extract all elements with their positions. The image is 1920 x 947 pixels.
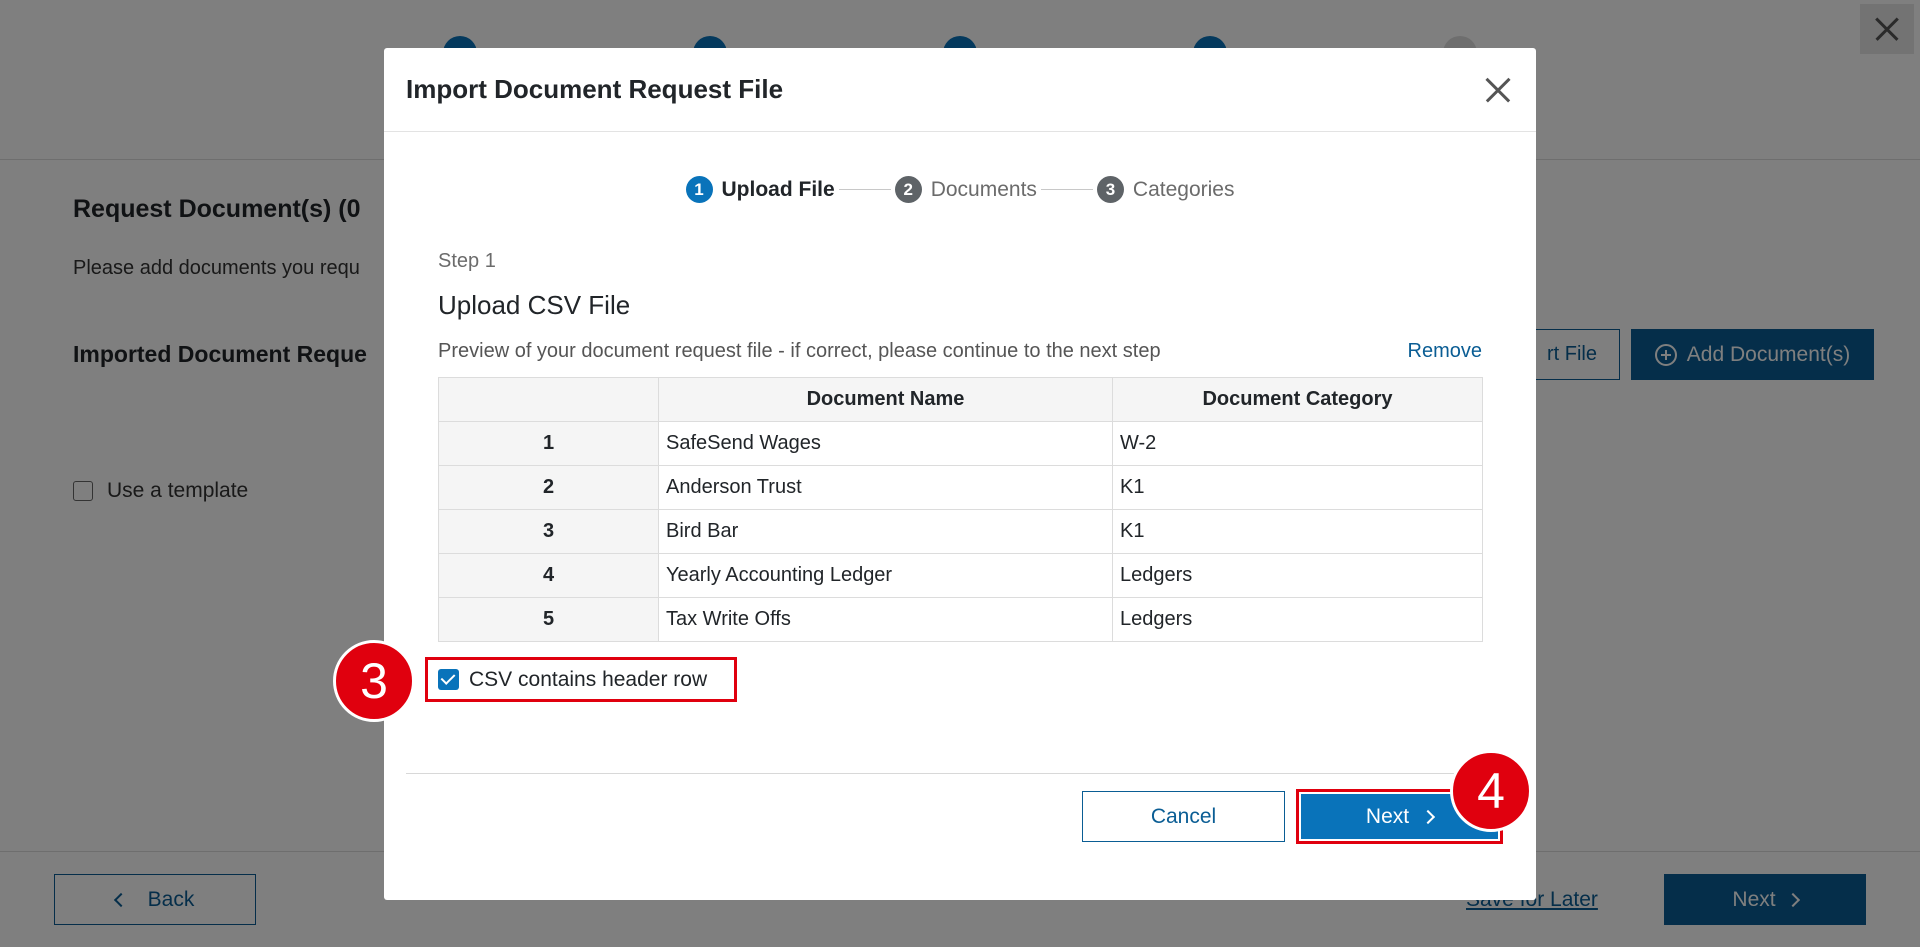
document-name-cell: SafeSend Wages xyxy=(658,421,1113,466)
column-header: Document Name xyxy=(658,377,1113,422)
table-row: 1 SafeSend Wages W-2 xyxy=(438,421,1483,466)
table-header-row: Document Name Document Category xyxy=(438,377,1483,422)
annotation-badge-4: 4 xyxy=(1450,750,1532,832)
document-name-cell: Anderson Trust xyxy=(658,465,1113,510)
document-category-cell: K1 xyxy=(1112,509,1483,554)
modal-title: Import Document Request File xyxy=(406,74,784,104)
remove-link[interactable]: Remove xyxy=(1408,340,1482,363)
modal-stepper: 1 Upload File 2 Documents 3 Categories xyxy=(384,176,1536,203)
step-indicator: Step 1 xyxy=(438,250,496,272)
step-connector xyxy=(838,189,891,190)
preview-description: Preview of your document request file - … xyxy=(438,340,1161,362)
column-header xyxy=(438,377,659,422)
step-label: Categories xyxy=(1132,177,1235,201)
step-number: 2 xyxy=(894,176,922,203)
modal-header: Import Document Request File xyxy=(384,48,1536,132)
document-category-cell: W-2 xyxy=(1112,421,1483,466)
document-name-cell: Bird Bar xyxy=(658,509,1113,554)
step-number: 1 xyxy=(685,176,713,203)
preview-table: Document Name Document Category 1 SafeSe… xyxy=(438,377,1483,642)
row-index: 2 xyxy=(438,465,659,510)
document-category-cell: Ledgers xyxy=(1112,597,1483,642)
row-index: 4 xyxy=(438,553,659,598)
next-label: Next xyxy=(1365,804,1410,828)
upload-title: Upload CSV File xyxy=(438,290,631,320)
step-categories: 3 Categories xyxy=(1096,176,1235,203)
annotation-badge-3: 3 xyxy=(333,640,415,722)
checkbox-checked-icon xyxy=(438,669,459,690)
chevron-right-icon xyxy=(1421,809,1436,824)
csv-header-row-checkbox[interactable]: CSV contains header row xyxy=(425,657,737,702)
document-category-cell: Ledgers xyxy=(1112,553,1483,598)
modal-divider xyxy=(406,773,1514,774)
table-row: 4 Yearly Accounting Ledger Ledgers xyxy=(438,553,1483,598)
close-icon[interactable] xyxy=(1482,74,1514,106)
step-documents: 2 Documents xyxy=(894,176,1037,203)
table-row: 3 Bird Bar K1 xyxy=(438,509,1483,554)
document-name-cell: Yearly Accounting Ledger xyxy=(658,553,1113,598)
row-index: 5 xyxy=(438,597,659,642)
row-index: 1 xyxy=(438,421,659,466)
column-header: Document Category xyxy=(1112,377,1483,422)
step-label: Documents xyxy=(930,177,1037,201)
document-category-cell: K1 xyxy=(1112,465,1483,510)
step-label: Upload File xyxy=(721,177,835,201)
import-modal: Import Document Request File 1 Upload Fi… xyxy=(384,48,1536,900)
csv-header-row-label: CSV contains header row xyxy=(469,667,708,691)
step-number: 3 xyxy=(1096,176,1124,203)
step-upload-file: 1 Upload File xyxy=(685,176,835,203)
table-row: 2 Anderson Trust K1 xyxy=(438,465,1483,510)
step-connector xyxy=(1040,189,1093,190)
row-index: 3 xyxy=(438,509,659,554)
table-row: 5 Tax Write Offs Ledgers xyxy=(438,597,1483,642)
document-name-cell: Tax Write Offs xyxy=(658,597,1113,642)
cancel-button[interactable]: Cancel xyxy=(1082,791,1285,842)
